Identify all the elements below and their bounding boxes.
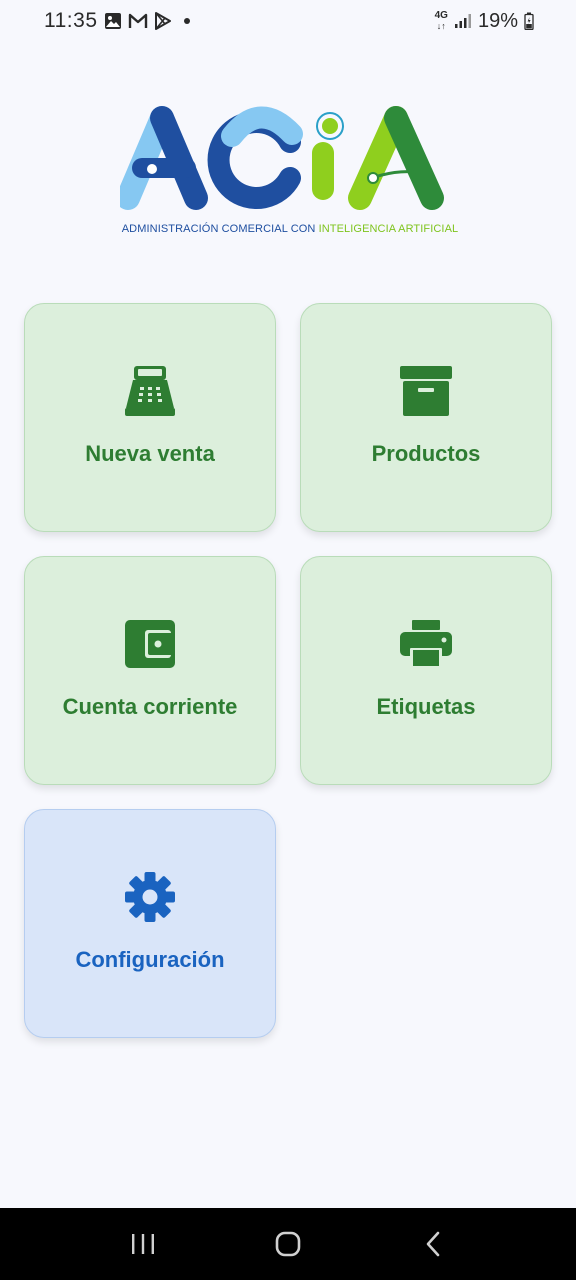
logo-subtitle-part2: INTELIGENCIA ARTIFICIAL <box>318 223 459 235</box>
notification-dot <box>183 18 190 24</box>
printer-icon <box>398 616 454 672</box>
gallery-icon <box>104 12 122 30</box>
tile-label: Productos <box>371 440 481 466</box>
back-button[interactable] <box>403 1214 463 1274</box>
logo-subtitle: ADMINISTRACIÓN COMERCIAL CON INTELIGENCI… <box>120 223 460 235</box>
acia-wordmark <box>116 106 444 210</box>
status-right: 4G ↓↑ 19% <box>435 10 534 33</box>
network-type: 4G ↓↑ <box>434 9 448 31</box>
tile-etiquetas[interactable]: Etiquetas <box>300 556 552 785</box>
gmail-icon <box>128 13 148 29</box>
gear-icon <box>122 869 178 925</box>
battery-percent: 19% <box>477 9 518 32</box>
cash-register-icon <box>122 363 178 419</box>
recent-apps-button[interactable] <box>113 1214 173 1274</box>
tile-productos[interactable]: Productos <box>300 303 552 532</box>
home-icon <box>275 1231 301 1257</box>
status-time: 11:35 <box>44 9 98 32</box>
tile-label: Nueva venta <box>85 440 215 466</box>
tile-label: Etiquetas <box>376 693 476 719</box>
tile-label: Configuración <box>75 946 225 972</box>
logo-subtitle-part1: ADMINISTRACIÓN COMERCIAL CON <box>121 223 319 235</box>
archive-box-icon <box>398 363 454 419</box>
battery-icon <box>524 12 534 30</box>
tile-label: Cuenta corriente <box>62 693 238 719</box>
system-nav-bar <box>0 1208 576 1280</box>
wallet-icon <box>122 616 178 672</box>
tile-cuenta-corriente[interactable]: Cuenta corriente <box>24 556 276 785</box>
status-left: 11:35 <box>44 9 190 33</box>
tile-configuracion[interactable]: Configuración <box>24 809 276 1038</box>
status-bar: 11:35 4G ↓↑ 19% <box>0 0 576 42</box>
app-screen: 11:35 4G ↓↑ 19% ADMINISTRACIÓN COMERCIAL… <box>0 0 576 1280</box>
play-store-icon <box>154 12 172 30</box>
recent-apps-icon <box>131 1234 154 1254</box>
back-icon <box>427 1231 440 1257</box>
acia-logo: ADMINISTRACIÓN COMERCIAL CON INTELIGENCI… <box>116 106 460 240</box>
home-button[interactable] <box>258 1214 318 1274</box>
signal-icon <box>454 13 472 29</box>
tile-nueva-venta[interactable]: Nueva venta <box>24 303 276 532</box>
